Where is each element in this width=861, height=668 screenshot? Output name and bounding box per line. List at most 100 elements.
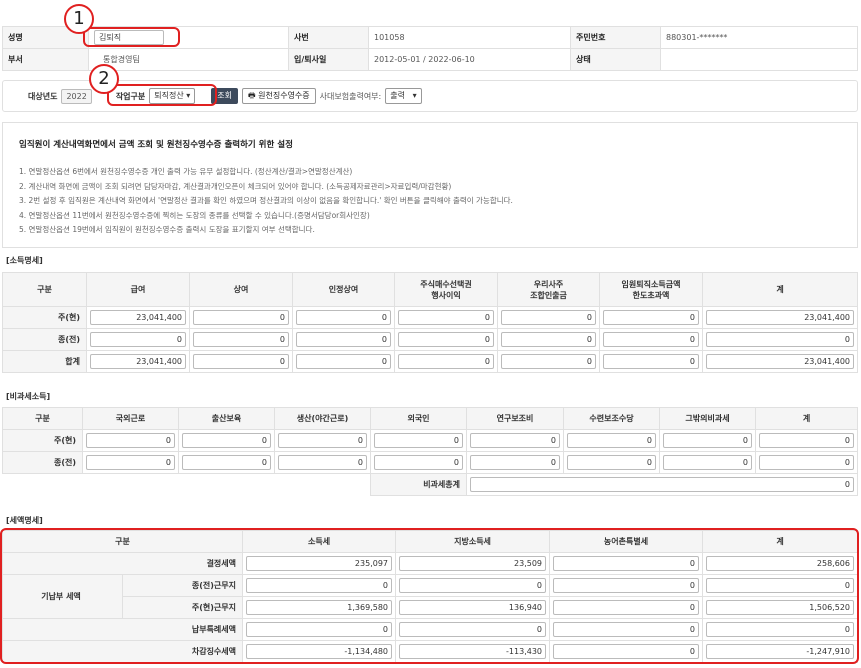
- amount-input[interactable]: 0: [470, 433, 560, 448]
- info-box: 임직원이 계산내역화면에서 금액 조회 및 원천징수영수증 출력하기 위한 설정…: [2, 122, 858, 248]
- amount-input[interactable]: 0: [398, 354, 494, 369]
- amount-input[interactable]: 0: [567, 455, 656, 470]
- emp-no-value: 101058: [368, 26, 571, 49]
- status-label: 상태: [570, 48, 661, 71]
- year-field[interactable]: 2022: [61, 88, 92, 104]
- amount-input[interactable]: 0: [193, 332, 289, 347]
- highlight-worktype-box: [107, 84, 217, 106]
- tax-section-title: [세액명세]: [6, 516, 43, 525]
- nontax-section-title: [비과세소득]: [6, 392, 51, 401]
- amount-input[interactable]: 0: [296, 310, 391, 325]
- highlight-name-box: [83, 27, 180, 47]
- amount-input[interactable]: 0: [86, 455, 175, 470]
- annotation-one: 1: [64, 4, 94, 34]
- year-label: 대상년도: [28, 91, 58, 101]
- nontax-total-label: 비과세총계: [370, 473, 467, 496]
- amount-input[interactable]: 0: [501, 332, 596, 347]
- amount-input[interactable]: 0: [501, 354, 596, 369]
- amount-input[interactable]: 0: [182, 433, 271, 448]
- amount-input[interactable]: 0: [86, 433, 175, 448]
- nontax-total-input[interactable]: 0: [470, 477, 854, 492]
- amount-input[interactable]: 0: [663, 455, 752, 470]
- amount-input[interactable]: 0: [90, 332, 186, 347]
- column-header: 급여: [86, 272, 190, 307]
- dates-label: 입/퇴사일: [288, 48, 369, 71]
- column-header: 임원퇴직소득금액 한도초과액: [599, 272, 703, 307]
- amount-input[interactable]: 0: [501, 310, 596, 325]
- amount-input[interactable]: 0: [296, 332, 391, 347]
- print-receipt-button[interactable]: 🖶 원천징수영수증: [242, 88, 316, 104]
- amount-input[interactable]: 0: [182, 455, 271, 470]
- print-option-value: 출력: [390, 91, 405, 100]
- dept-value: 통합경영팀: [88, 48, 289, 71]
- column-header: 생산(야간근로): [274, 407, 371, 430]
- column-header: 인정상여: [292, 272, 395, 307]
- amount-input[interactable]: 23,041,400: [706, 354, 854, 369]
- info-line: 5. 연말정산옵션 19번에서 임직원이 원천징수영수증 출력시 도장을 표기할…: [19, 225, 315, 234]
- row-label: 합계: [2, 350, 87, 373]
- amount-input[interactable]: 0: [278, 433, 367, 448]
- amount-input[interactable]: 0: [706, 332, 854, 347]
- info-title: 임직원이 계산내역화면에서 금액 조회 및 원천징수영수증 출력하기 위한 설정: [19, 140, 293, 150]
- amount-input[interactable]: 0: [470, 455, 560, 470]
- info-line: 3. 2번 설정 후 임직원은 계산내역 화면에서 '연말정산 결과를 확인 하…: [19, 196, 513, 205]
- status-value: [660, 48, 858, 71]
- row-label: 주(현): [2, 306, 87, 329]
- rrn-value: 880301-*******: [660, 26, 858, 49]
- annotation-two: 2: [89, 64, 119, 94]
- amount-input[interactable]: 23,041,400: [90, 354, 186, 369]
- column-header: 구분: [2, 407, 83, 430]
- table-row: 종(전) 0 0 0 0 0 0 0 0: [2, 451, 858, 474]
- amount-input[interactable]: 0: [603, 354, 699, 369]
- print-option-label: 사대보험출력여부:: [319, 91, 382, 101]
- row-label: 종(전): [2, 328, 87, 351]
- column-header: 구분: [2, 272, 87, 307]
- amount-input[interactable]: 0: [759, 433, 854, 448]
- amount-input[interactable]: 0: [193, 354, 289, 369]
- chevron-down-icon: ▾: [412, 91, 417, 100]
- amount-input[interactable]: 0: [603, 310, 699, 325]
- column-header: 계: [702, 272, 858, 307]
- amount-input[interactable]: 0: [374, 455, 463, 470]
- income-table: 구분 급여 상여 인정상여 주식매수선택권 행사이익 우리사주 조합인출금 임원퇴직소득금액…: [2, 272, 858, 373]
- amount-input[interactable]: 0: [398, 310, 494, 325]
- table-row: 비과세총계 0: [3, 473, 858, 496]
- rrn-label: 주민번호: [570, 26, 661, 49]
- amount-input[interactable]: 23,041,400: [706, 310, 854, 325]
- income-section-title: [소득명세]: [6, 256, 43, 265]
- amount-input[interactable]: 0: [398, 332, 494, 347]
- print-button-label: 원천징수영수증: [258, 91, 310, 100]
- table-row: 종(전) 0 0 0 0 0 0 0: [2, 328, 858, 351]
- amount-input[interactable]: 0: [567, 433, 656, 448]
- column-header: 계: [755, 407, 858, 430]
- table-row: 합계 23,041,400 0 0 0 0 0 23,041,400: [2, 350, 858, 373]
- column-header: 그밖의비과세: [659, 407, 756, 430]
- column-header: 출산보육: [178, 407, 275, 430]
- amount-input[interactable]: 0: [374, 433, 463, 448]
- printer-icon: 🖶: [248, 91, 256, 100]
- column-header: 우리사주 조합인출금: [497, 272, 600, 307]
- highlight-tax-box: [0, 528, 859, 664]
- column-header: 국외근로: [82, 407, 179, 430]
- column-header: 외국인: [370, 407, 467, 430]
- amount-input[interactable]: 0: [278, 455, 367, 470]
- amount-input[interactable]: 0: [296, 354, 391, 369]
- dates-value: 2012-05-01 / 2022-06-10: [368, 48, 571, 71]
- table-row: 주(현) 0 0 0 0 0 0 0 0: [2, 429, 858, 452]
- row-label: 종(전): [2, 451, 83, 474]
- print-option-select[interactable]: 출력 ▾: [385, 88, 422, 104]
- row-label: 주(현): [2, 429, 83, 452]
- amount-input[interactable]: 0: [193, 310, 289, 325]
- info-line: 1. 연말정산옵션 6번에서 원천징수영수증 개인 출력 가능 유무 설정합니다…: [19, 167, 353, 176]
- amount-input[interactable]: 0: [663, 433, 752, 448]
- info-line: 2. 계산내역 화면에 금액이 조회 되려면 담당자마감, 계산결과개인오픈이 …: [19, 181, 452, 191]
- nontax-table: 구분 국외근로 출산보육 생산(야간근로) 외국인 연구보조비 수련보조수당 그밖의비과세 계 주…: [2, 407, 858, 496]
- dept-label: 부서: [2, 48, 89, 71]
- column-header: 수련보조수당: [563, 407, 660, 430]
- amount-input[interactable]: 0: [759, 455, 854, 470]
- amount-input[interactable]: 23,041,400: [90, 310, 186, 325]
- table-row: 주(현) 23,041,400 0 0 0 0 0 23,041,400: [2, 306, 858, 329]
- column-header: 상여: [189, 272, 293, 307]
- column-header: 주식매수선택권 행사이익: [394, 272, 498, 307]
- amount-input[interactable]: 0: [603, 332, 699, 347]
